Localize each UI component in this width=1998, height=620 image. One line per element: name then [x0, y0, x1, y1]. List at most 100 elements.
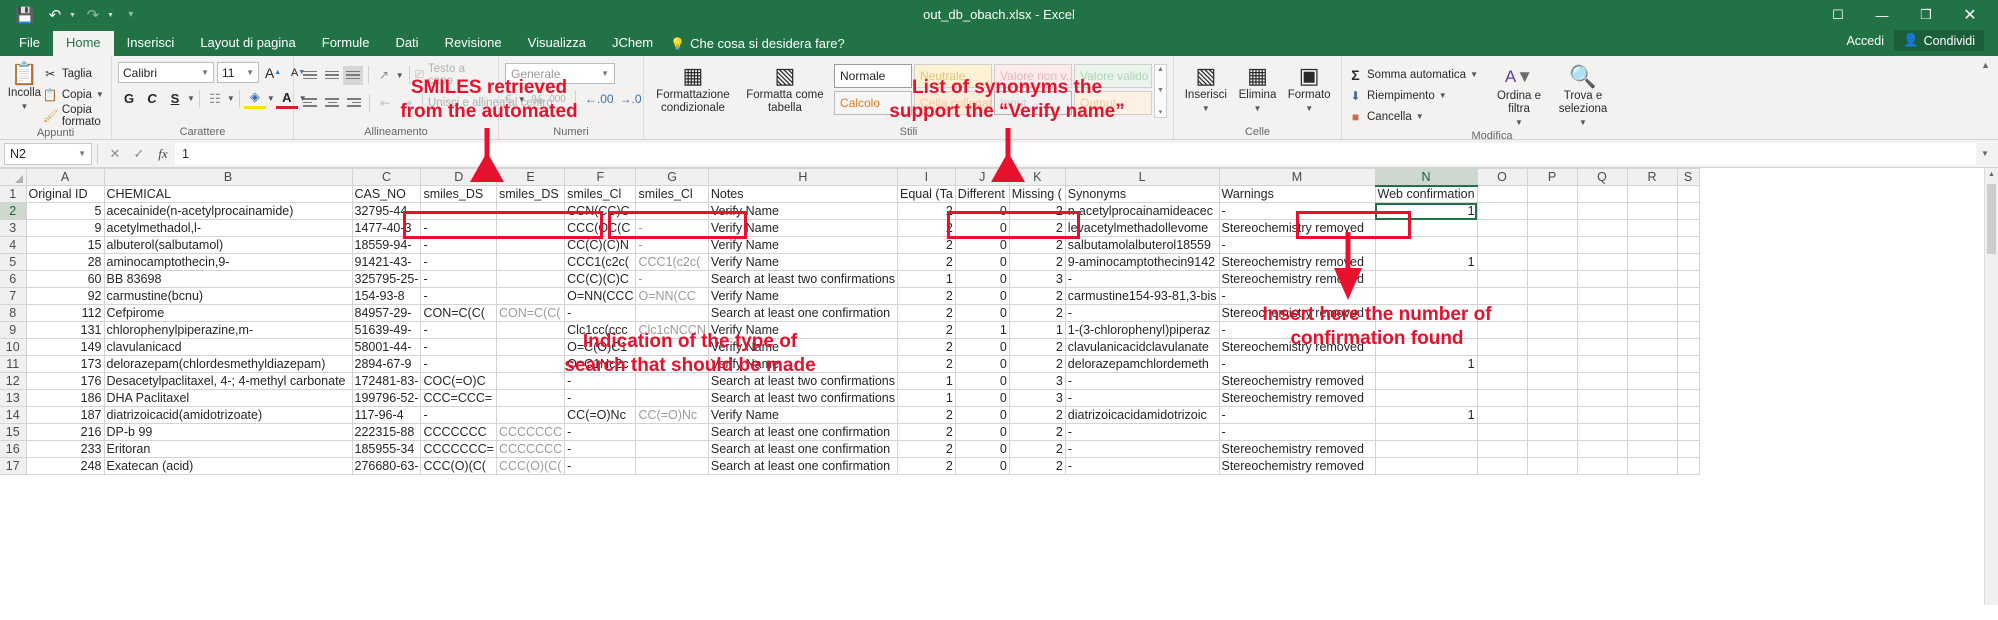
cell-s2[interactable] — [1677, 202, 1700, 220]
cell-p5[interactable] — [1527, 253, 1578, 271]
cell-j5[interactable]: 0 — [955, 253, 1010, 271]
cell-o14[interactable] — [1477, 406, 1528, 424]
cell-l11[interactable]: delorazepamchlordemeth — [1065, 355, 1220, 373]
cell-h15[interactable]: Search at least one confirmation — [708, 423, 898, 441]
cell-s5[interactable] — [1677, 253, 1700, 271]
cell-c10[interactable]: 58001-44- — [352, 338, 422, 356]
cell-b10[interactable]: clavulanicacd — [104, 338, 353, 356]
header-cell-i1[interactable]: Equal (Ta — [897, 185, 956, 203]
header-cell-a1[interactable]: Original ID — [26, 185, 105, 203]
cell-h7[interactable]: Verify Name — [708, 287, 898, 305]
cell-k8[interactable]: 2 — [1009, 304, 1066, 322]
column-header-h[interactable]: H — [708, 168, 898, 186]
column-header-p[interactable]: P — [1527, 168, 1578, 186]
tab-visualizza[interactable]: Visualizza — [515, 31, 599, 56]
cell-o5[interactable] — [1477, 253, 1528, 271]
cell-a8[interactable]: 112 — [26, 304, 105, 322]
cell-s12[interactable] — [1677, 372, 1700, 390]
cell-c5[interactable]: 91421-43- — [352, 253, 422, 271]
cell-j12[interactable]: 0 — [955, 372, 1010, 390]
font-name-combo[interactable]: Calibri ▼ — [118, 62, 214, 83]
cell-f7[interactable]: O=NN(CCC — [564, 287, 637, 305]
cell-d11[interactable]: - — [420, 355, 497, 373]
cell-j7[interactable]: 0 — [955, 287, 1010, 305]
cell-c12[interactable]: 172481-83- — [352, 372, 422, 390]
header-cell-s1[interactable] — [1677, 185, 1700, 203]
cell-r12[interactable] — [1627, 372, 1678, 390]
cell-q13[interactable] — [1577, 389, 1628, 407]
cell-b13[interactable]: DHA Paclitaxel — [104, 389, 353, 407]
cell-q5[interactable] — [1577, 253, 1628, 271]
cell-k10[interactable]: 2 — [1009, 338, 1066, 356]
cell-f16[interactable]: - — [564, 440, 637, 458]
column-header-i[interactable]: I — [897, 168, 956, 186]
styles-gallery-scrollbar[interactable]: ▲ ▼ ▾ — [1154, 64, 1167, 118]
column-header-a[interactable]: A — [26, 168, 105, 186]
cell-n7[interactable] — [1375, 287, 1478, 305]
row-header-9[interactable]: 9 — [0, 321, 27, 339]
cell-a9[interactable]: 131 — [26, 321, 105, 339]
cell-k4[interactable]: 2 — [1009, 236, 1066, 254]
cell-o6[interactable] — [1477, 270, 1528, 288]
cell-p15[interactable] — [1527, 423, 1578, 441]
cell-o17[interactable] — [1477, 457, 1528, 475]
cell-p11[interactable] — [1527, 355, 1578, 373]
cell-a14[interactable]: 187 — [26, 406, 105, 424]
cell-d16[interactable]: CCCCCCC= — [420, 440, 497, 458]
header-cell-l1[interactable]: Synonyms — [1065, 185, 1220, 203]
cell-g15[interactable] — [635, 423, 709, 441]
cell-g5[interactable]: CCC1(c2c( — [635, 253, 709, 271]
increase-font-size-icon[interactable]: A ▲ — [262, 62, 284, 83]
cell-j13[interactable]: 0 — [955, 389, 1010, 407]
cell-a16[interactable]: 233 — [26, 440, 105, 458]
cell-r14[interactable] — [1627, 406, 1678, 424]
copy-dropdown-icon[interactable]: ▼ — [96, 90, 104, 99]
cell-s15[interactable] — [1677, 423, 1700, 441]
cell-s10[interactable] — [1677, 338, 1700, 356]
cell-n11[interactable]: 1 — [1375, 355, 1478, 373]
sort-filter-dropdown-icon[interactable]: ▼ — [1515, 116, 1523, 129]
customize-qat-icon[interactable]: ▾ — [118, 3, 144, 27]
cell-l6[interactable]: - — [1065, 270, 1220, 288]
cell-c17[interactable]: 276680-63- — [352, 457, 422, 475]
gallery-scroll-down-icon[interactable]: ▼ — [1157, 87, 1164, 94]
tab-formule[interactable]: Formule — [309, 31, 383, 56]
cell-q6[interactable] — [1577, 270, 1628, 288]
vertical-scrollbar[interactable]: ▲ — [1984, 168, 1998, 605]
cell-m6[interactable]: Stereochemistry removed — [1219, 270, 1376, 288]
cell-i16[interactable]: 2 — [897, 440, 956, 458]
row-header-8[interactable]: 8 — [0, 304, 27, 322]
header-cell-p1[interactable] — [1527, 185, 1578, 203]
cell-i15[interactable]: 2 — [897, 423, 956, 441]
underline-button[interactable]: S — [164, 88, 186, 109]
insert-cells-button[interactable]: ▧ Inserisci ▼ — [1180, 61, 1232, 115]
cell-i11[interactable]: 2 — [897, 355, 956, 373]
cell-i10[interactable]: 2 — [897, 338, 956, 356]
cell-k13[interactable]: 3 — [1009, 389, 1066, 407]
tab-revisione[interactable]: Revisione — [432, 31, 515, 56]
cell-o12[interactable] — [1477, 372, 1528, 390]
sort-filter-button[interactable]: A▼ Ordina e filtra ▼ — [1488, 62, 1550, 129]
format-cells-button[interactable]: ▣ Formato ▼ — [1283, 61, 1335, 115]
cell-a15[interactable]: 216 — [26, 423, 105, 441]
cell-r5[interactable] — [1627, 253, 1678, 271]
conditional-formatting-button[interactable]: ▦ Formattazione condizionale — [650, 61, 736, 115]
cell-s4[interactable] — [1677, 236, 1700, 254]
cell-j15[interactable]: 0 — [955, 423, 1010, 441]
cell-p12[interactable] — [1527, 372, 1578, 390]
cell-q7[interactable] — [1577, 287, 1628, 305]
share-button[interactable]: 👤 Condividi — [1894, 30, 1984, 51]
cell-r16[interactable] — [1627, 440, 1678, 458]
cell-r8[interactable] — [1627, 304, 1678, 322]
cell-l2[interactable]: n-acetylprocainamideacec — [1065, 202, 1220, 220]
gallery-more-icon[interactable]: ▾ — [1159, 108, 1163, 116]
cell-s8[interactable] — [1677, 304, 1700, 322]
cell-s9[interactable] — [1677, 321, 1700, 339]
cell-m5[interactable]: Stereochemistry removed — [1219, 253, 1376, 271]
cell-e13[interactable] — [496, 389, 566, 407]
cell-l14[interactable]: diatrizoicacidamidotrizoic — [1065, 406, 1220, 424]
cell-s17[interactable] — [1677, 457, 1700, 475]
cell-c14[interactable]: 117-96-4 — [352, 406, 422, 424]
cell-m16[interactable]: Stereochemistry removed — [1219, 440, 1376, 458]
cell-s11[interactable] — [1677, 355, 1700, 373]
